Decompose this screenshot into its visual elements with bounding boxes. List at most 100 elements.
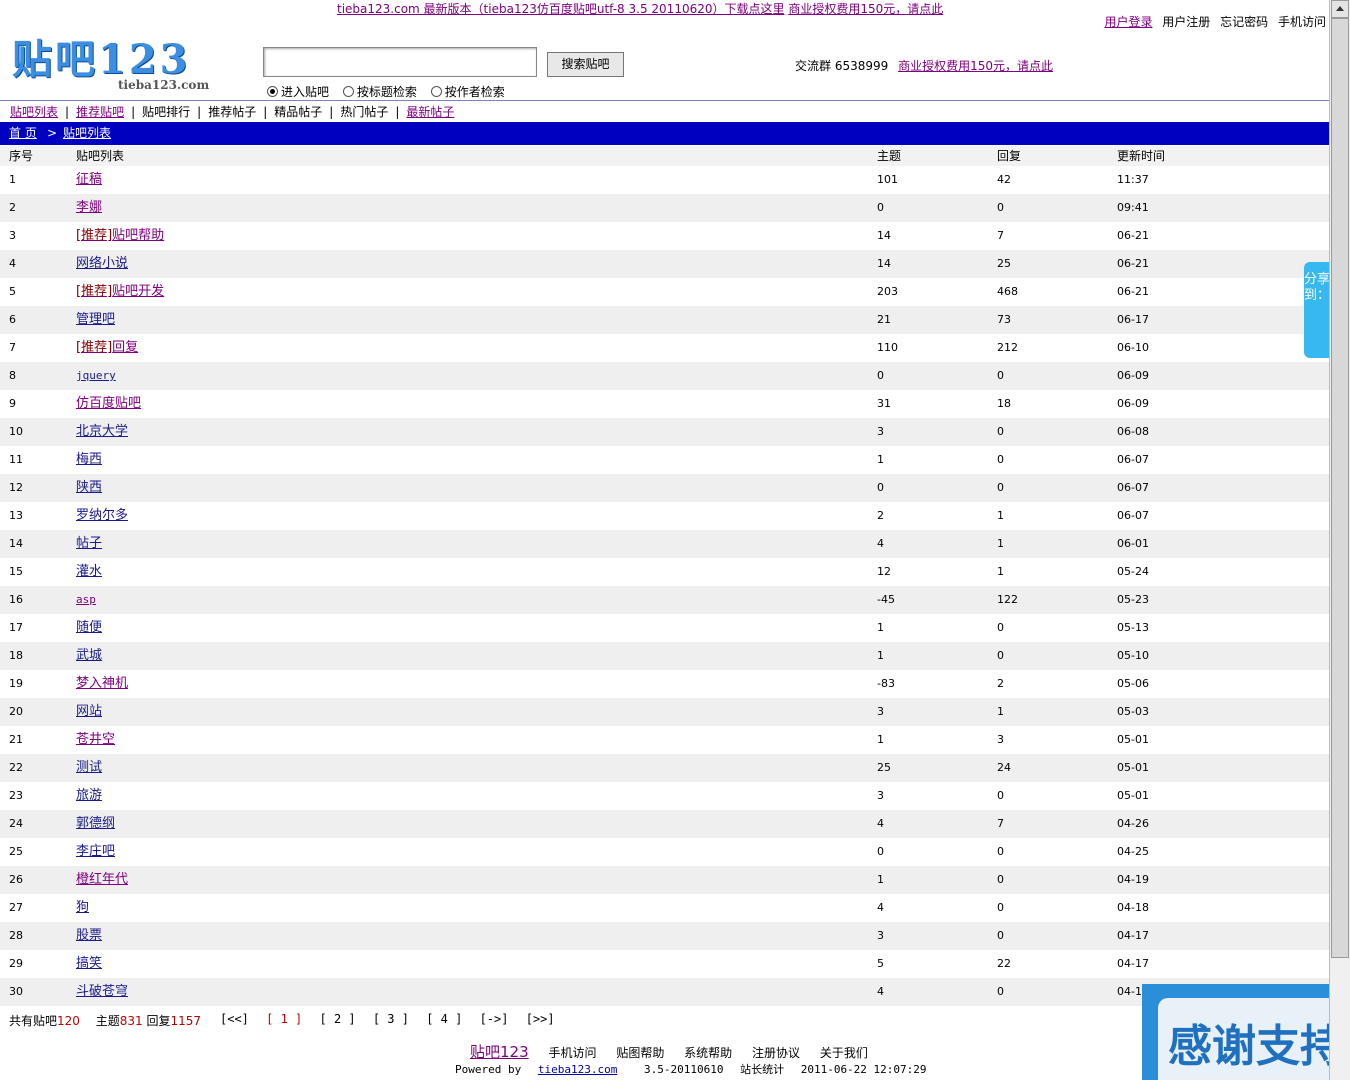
bar-name-link[interactable]: 李庄吧 xyxy=(76,838,115,866)
bar-name-link[interactable]: 股票 xyxy=(76,922,102,950)
option-search-author[interactable]: 按作者检索 xyxy=(430,85,505,99)
user-login-link[interactable]: 用户登录 xyxy=(1104,15,1152,29)
row-replies: 7 xyxy=(997,229,1004,242)
site-logo[interactable]: 贴吧123 tieba123.com xyxy=(12,38,212,96)
bar-name-link[interactable]: 郭德纲 xyxy=(76,810,115,838)
row-no: 30 xyxy=(9,985,23,998)
pager-page-1[interactable]: [ 1 ] xyxy=(266,1012,302,1026)
footer-image-help-link[interactable]: 贴图帮助 xyxy=(616,1046,664,1060)
download-latest-link[interactable]: tieba123.com 最新版本（tieba123仿百度贴吧utf-8 3.5… xyxy=(337,2,785,16)
option-enter-bar[interactable]: 进入贴吧 xyxy=(267,85,329,99)
bar-name-link[interactable]: 苍井空 xyxy=(76,726,115,754)
bar-name-link[interactable]: 北京大学 xyxy=(76,418,128,446)
nav-recommended-posts[interactable]: 推荐帖子 xyxy=(208,105,256,119)
breadcrumb-home[interactable]: 首 页 xyxy=(9,122,37,145)
row-updated: 11:37 xyxy=(1117,173,1149,186)
footer-brand-link[interactable]: 贴吧123 xyxy=(470,1043,529,1061)
row-no: 19 xyxy=(9,677,23,690)
pager-first[interactable]: [<<] xyxy=(220,1012,249,1026)
stats-replies-label: 回复 xyxy=(146,1014,171,1028)
bar-name-link[interactable]: 帖子 xyxy=(76,530,102,558)
row-updated: 04-17 xyxy=(1117,929,1149,942)
stats-topics-count: 831 xyxy=(119,1014,143,1028)
row-updated: 06-07 xyxy=(1117,509,1149,522)
pager-page-2[interactable]: [ 2 ] xyxy=(320,1012,356,1026)
scroll-thumb[interactable] xyxy=(1331,18,1349,958)
table-row: 18 武城 1 0 05-10 xyxy=(0,642,1330,670)
bar-name-link[interactable]: [推荐]贴吧帮助 xyxy=(76,222,164,250)
bar-name-link[interactable]: 仿百度贴吧 xyxy=(76,390,141,418)
search-button[interactable]: 搜索贴吧 xyxy=(547,52,624,77)
bar-name-link[interactable]: 武城 xyxy=(76,642,102,670)
row-no: 1 xyxy=(9,173,16,186)
nav-latest-posts[interactable]: 最新帖子 xyxy=(406,105,454,119)
pager-page-4[interactable]: [ 4 ] xyxy=(426,1012,462,1026)
row-updated: 06-07 xyxy=(1117,481,1149,494)
site-stats-link[interactable]: 站长统计 xyxy=(740,1063,784,1076)
footer-about-link[interactable]: 关于我们 xyxy=(820,1046,868,1060)
radio-icon[interactable] xyxy=(430,86,442,97)
thanks-float-ad[interactable]: 感谢支持 xyxy=(1142,984,1350,1080)
nav-hot-posts[interactable]: 热门帖子 xyxy=(340,105,388,119)
pager-last[interactable]: [>>] xyxy=(526,1012,555,1026)
bar-name-link[interactable]: 测试 xyxy=(76,754,102,782)
bar-name-link[interactable]: asp xyxy=(76,586,96,614)
bar-name-link[interactable]: 网站 xyxy=(76,698,102,726)
bar-name-link[interactable]: 陕西 xyxy=(76,474,102,502)
option-search-title[interactable]: 按标题检索 xyxy=(342,85,417,99)
footer-agreement-link[interactable]: 注册协议 xyxy=(752,1046,800,1060)
row-topics: 3 xyxy=(877,705,884,718)
bar-name-link[interactable]: 梦入神机 xyxy=(76,670,128,698)
share-tab[interactable]: 分享到： xyxy=(1304,262,1330,358)
bar-name-link[interactable]: [推荐]贴吧开发 xyxy=(76,278,164,306)
contact-label: 交流群 xyxy=(795,59,832,73)
table-row: 7 [推荐]回复 110 212 06-10 xyxy=(0,334,1330,362)
bar-name-link[interactable]: jquery xyxy=(76,362,116,390)
forgot-password-link[interactable]: 忘记密码 xyxy=(1220,15,1268,29)
row-replies: 0 xyxy=(997,425,1004,438)
radio-icon[interactable] xyxy=(342,86,354,97)
license-link[interactable]: 商业授权费用150元，请点此 xyxy=(898,59,1053,73)
mobile-access-link[interactable]: 手机访问 xyxy=(1278,15,1326,29)
bar-name-link[interactable]: 旅游 xyxy=(76,782,102,810)
powered-link[interactable]: tieba123.com xyxy=(538,1063,617,1076)
stats-topics-label: 主题 xyxy=(95,1014,120,1028)
bar-name-link[interactable]: [推荐]回复 xyxy=(76,334,138,362)
row-replies: 22 xyxy=(997,957,1011,970)
search-input[interactable] xyxy=(263,47,537,77)
bar-name-link[interactable]: 网络小说 xyxy=(76,250,128,278)
radio-checked-icon[interactable] xyxy=(267,86,278,97)
bar-name-link[interactable]: 征稿 xyxy=(76,166,102,194)
row-no: 9 xyxy=(9,397,16,410)
footer-system-help-link[interactable]: 系统帮助 xyxy=(684,1046,732,1060)
bar-name-link[interactable]: 李娜 xyxy=(76,194,102,222)
row-replies: 0 xyxy=(997,901,1004,914)
bar-name-link[interactable]: 随便 xyxy=(76,614,102,642)
logo-title: 贴吧123 xyxy=(12,36,191,83)
scrollbar[interactable] xyxy=(1329,0,1350,1080)
row-no: 28 xyxy=(9,929,23,942)
bar-name: 梦入神机 xyxy=(76,676,129,691)
pager-next[interactable]: [->] xyxy=(480,1012,509,1026)
bar-name-link[interactable]: 橙红年代 xyxy=(76,866,128,894)
bar-name-link[interactable]: 管理吧 xyxy=(76,306,115,334)
footer-mobile-link[interactable]: 手机访问 xyxy=(548,1046,596,1060)
nav-featured-posts[interactable]: 精品帖子 xyxy=(274,105,322,119)
breadcrumb-current[interactable]: 贴吧列表 xyxy=(63,122,111,145)
row-no: 20 xyxy=(9,705,23,718)
row-topics: 1 xyxy=(877,453,884,466)
bar-name-link[interactable]: 梅西 xyxy=(76,446,102,474)
pager-page-3[interactable]: [ 3 ] xyxy=(373,1012,409,1026)
bar-name-link[interactable]: 搞笑 xyxy=(76,950,102,978)
nav-bar-list[interactable]: 贴吧列表 xyxy=(10,105,58,119)
bar-name: 灌水 xyxy=(76,564,103,579)
nav-recommended-bars[interactable]: 推荐贴吧 xyxy=(76,105,124,119)
user-register-link[interactable]: 用户注册 xyxy=(1162,15,1210,29)
bar-name-link[interactable]: 罗纳尔多 xyxy=(76,502,128,530)
bar-name-link[interactable]: 灌水 xyxy=(76,558,102,586)
bar-name-link[interactable]: 斗破苍穹 xyxy=(76,978,128,1006)
license-link-top[interactable]: 商业授权费用150元，请点此 xyxy=(788,2,943,16)
scroll-up-arrow-icon[interactable] xyxy=(1331,0,1349,18)
nav-bar-ranking[interactable]: 贴吧排行 xyxy=(142,105,190,119)
bar-name-link[interactable]: 狗 xyxy=(76,894,89,922)
